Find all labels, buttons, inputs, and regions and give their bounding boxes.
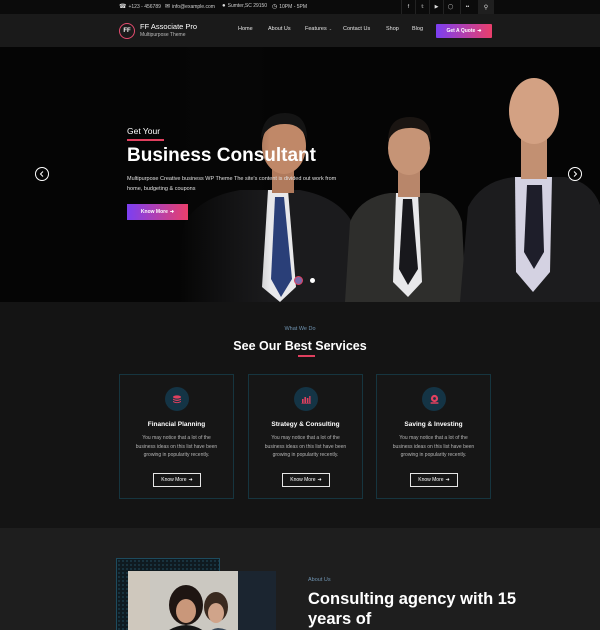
- service-know-more-button[interactable]: Know More ➜: [282, 473, 330, 487]
- hero-description: Multipurpose Creative business WP Theme …: [127, 176, 337, 192]
- chevron-down-icon: ⌄: [328, 26, 333, 31]
- nav-home[interactable]: Home: [238, 26, 253, 32]
- clock-icon: ◷: [272, 4, 278, 10]
- service-know-more-label: Know More: [161, 477, 187, 483]
- services-section: What We Do See Our Best Services Financi…: [0, 302, 600, 528]
- hero-know-more-button[interactable]: Know More ➜: [127, 204, 188, 220]
- phone-icon: ☎: [119, 4, 127, 10]
- hero-know-more-label: Know More: [140, 209, 168, 215]
- search-icon[interactable]: ⚲: [478, 0, 494, 14]
- arrow-right-icon: ➜: [188, 477, 193, 483]
- topbar-hours: ◷ 10PM - 5PM: [272, 3, 308, 11]
- hero-title: Business Consultant: [127, 145, 316, 166]
- services-title-underline: [298, 355, 315, 357]
- service-card-strategy-consulting: Strategy & Consulting You may notice tha…: [248, 374, 363, 499]
- chevron-left-icon: [39, 171, 44, 177]
- logo-title[interactable]: FF Associate Pro: [140, 22, 197, 31]
- service-card-title: Financial Planning: [147, 421, 206, 428]
- logo-subtitle: Multipurpose Theme: [140, 32, 186, 38]
- top-bar: ☎ +123 - 456789 ✉ info@example.com ● Sum…: [0, 0, 600, 14]
- arrow-right-icon: ➜: [445, 477, 450, 483]
- slider-prev-button[interactable]: [35, 167, 49, 181]
- services-title: See Our Best Services: [233, 339, 367, 353]
- nav-blog[interactable]: Blog: [412, 26, 423, 32]
- nav-contact-us[interactable]: Contact Us: [343, 26, 370, 32]
- service-card-text: You may notice that a lot of the busines…: [135, 435, 218, 458]
- hero-kicker-underline: [127, 139, 164, 141]
- arrow-right-icon: ➜: [169, 209, 175, 215]
- service-card-title: Strategy & Consulting: [271, 421, 340, 428]
- service-know-more-button[interactable]: Know More ➜: [153, 473, 201, 487]
- topbar-address: ● Sumter,SC 29150: [222, 3, 268, 9]
- arrow-right-icon: ➜: [477, 28, 482, 34]
- nav-features-label: Features: [305, 26, 327, 32]
- hero-kicker: Get Your: [127, 126, 161, 136]
- about-team-photo: [128, 571, 276, 630]
- slider-dot-2[interactable]: [310, 278, 315, 283]
- nav-about-us[interactable]: About Us: [268, 26, 291, 32]
- youtube-icon[interactable]: ▶: [429, 0, 443, 14]
- topbar-email[interactable]: ✉ info@example.com: [165, 3, 215, 11]
- chevron-right-icon: [573, 171, 578, 177]
- coins-icon: [165, 387, 189, 411]
- slider-dot-1[interactable]: [294, 276, 303, 285]
- services-kicker: What We Do: [284, 326, 316, 332]
- get-a-quote-label: Get A Quote: [446, 28, 476, 34]
- about-kicker: About Us: [308, 577, 331, 583]
- flickr-icon[interactable]: ••: [460, 0, 474, 14]
- service-card-title: Saving & Investing: [404, 421, 463, 428]
- piggy-bank-icon: [422, 387, 446, 411]
- arrow-right-icon: ➜: [317, 477, 322, 483]
- service-card-text: You may notice that a lot of the busines…: [264, 435, 347, 458]
- service-know-more-button[interactable]: Know More ➜: [410, 473, 458, 487]
- topbar-phone[interactable]: ☎ +123 - 456789: [119, 3, 161, 11]
- nav-shop[interactable]: Shop: [386, 26, 399, 32]
- about-section: About Us Consulting agency with 15 years…: [0, 528, 600, 630]
- logo-mark[interactable]: FF: [119, 23, 135, 39]
- instagram-icon[interactable]: ◯: [443, 0, 457, 14]
- nav-features[interactable]: Features ⌄: [305, 26, 332, 32]
- slider-next-button[interactable]: [568, 167, 582, 181]
- site-header: FF FF Associate Pro Multipurpose Theme H…: [0, 14, 600, 47]
- service-know-more-label: Know More: [290, 477, 316, 483]
- mail-icon: ✉: [165, 4, 171, 10]
- service-card-text: You may notice that a lot of the busines…: [392, 435, 475, 458]
- get-a-quote-button[interactable]: Get A Quote ➜: [436, 24, 492, 38]
- service-know-more-label: Know More: [418, 477, 444, 483]
- bar-chart-icon: [294, 387, 318, 411]
- about-title: Consulting agency with 15 years of: [308, 590, 517, 628]
- hero-slider: Get Your Business Consultant Multipurpos…: [0, 47, 600, 302]
- location-icon: ●: [222, 3, 226, 9]
- twitter-icon[interactable]: 𝕥: [415, 0, 429, 14]
- service-card-financial-planning: Financial Planning You may notice that a…: [119, 374, 234, 499]
- service-card-saving-investing: Saving & Investing You may notice that a…: [376, 374, 491, 499]
- facebook-icon[interactable]: f: [401, 0, 415, 14]
